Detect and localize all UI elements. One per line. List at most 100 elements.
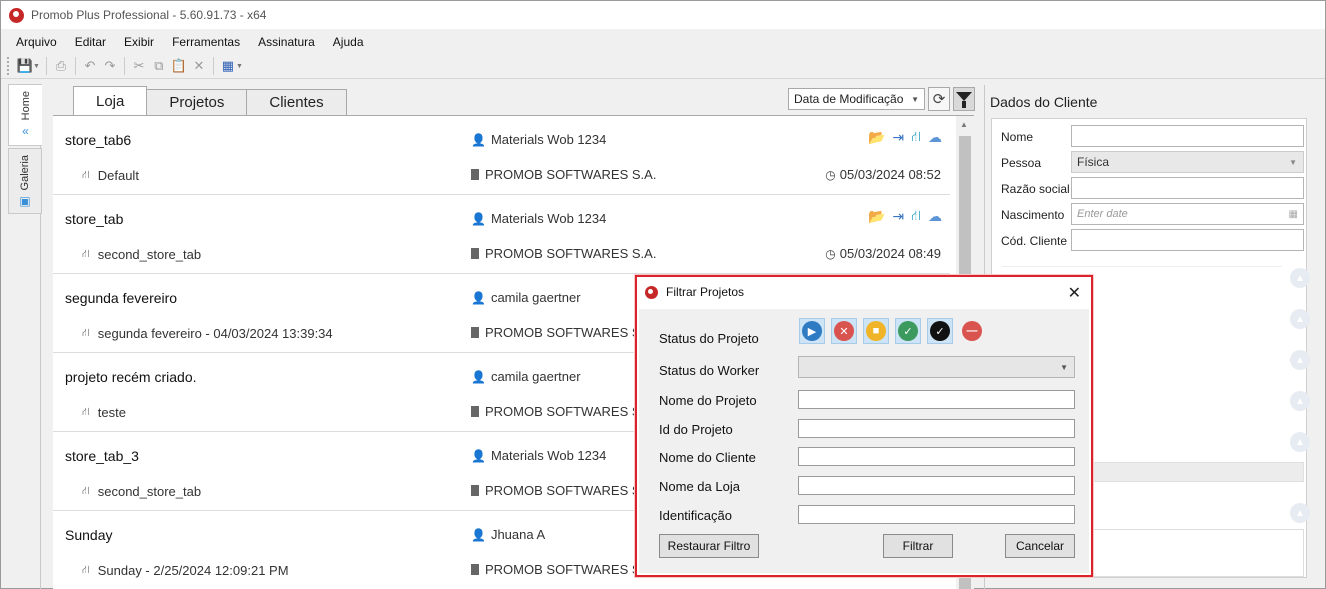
tab-loja[interactable]: Loja [73, 86, 148, 115]
tab-projetos[interactable]: Projetos [146, 89, 248, 115]
project-date-text: 05/03/2024 08:52 [839, 167, 941, 182]
store-name-input[interactable] [798, 476, 1075, 495]
collapse-section-icon[interactable]: ▲ [1290, 432, 1310, 452]
client-name-input[interactable] [1071, 125, 1304, 147]
project-store-text: segunda fevereiro - 04/03/2024 13:39:34 [97, 326, 333, 341]
toolbar-separator [123, 57, 125, 75]
collapse-section-icon[interactable]: ▲ [1290, 391, 1310, 411]
copy-icon[interactable]: ⧉ [150, 57, 168, 75]
menu-ajuda[interactable]: Ajuda [324, 35, 373, 49]
cut-icon[interactable]: ✂ [130, 57, 148, 75]
gallery-icon: ▣ [19, 194, 31, 209]
redo-icon[interactable]: ↷ [101, 57, 119, 75]
export-icon[interactable]: ⇥ [892, 208, 904, 225]
sort-select-value: Data de Modificação [794, 92, 904, 106]
main-tabs: Loja Projetos Clientes [73, 86, 347, 115]
apply-filter-button[interactable]: Filtrar [883, 534, 953, 558]
collapse-section-icon[interactable]: ▲ [1290, 503, 1310, 523]
scroll-up-icon[interactable]: ▲ [960, 120, 968, 129]
store-name-label: Nome da Loja [659, 479, 740, 494]
project-company-text: PROMOB SOFTWARES S.A. [485, 562, 657, 577]
store-tree-icon: ⛙ [82, 247, 90, 260]
hierarchy-add-icon[interactable]: ⛙ [911, 207, 921, 226]
close-icon[interactable]: ✕ [1068, 283, 1081, 303]
menu-arquivo[interactable]: Arquivo [7, 35, 66, 49]
toolbar-separator [212, 57, 214, 75]
side-tab-home[interactable]: Home « [8, 84, 42, 146]
identification-input[interactable] [798, 505, 1075, 524]
cloud-icon[interactable]: ☁ [928, 129, 942, 146]
window-title: Promob Plus Professional - 5.60.91.73 - … [31, 8, 267, 22]
open-folder-icon[interactable]: 📂 [868, 208, 885, 225]
collapse-section-icon[interactable]: ▲ [1290, 268, 1310, 288]
collapse-section-icon[interactable]: ▲ [1290, 309, 1310, 329]
building-icon [471, 327, 479, 338]
project-name-input[interactable] [798, 390, 1075, 409]
client-birth-input[interactable]: Enter date ▦ [1071, 203, 1304, 225]
project-id-input[interactable] [798, 419, 1075, 438]
collapse-section-icon[interactable]: ▲ [1290, 350, 1310, 370]
project-company-text: PROMOB SOFTWARES S.A. [485, 325, 657, 340]
status-check-toggle[interactable]: ✓ [895, 318, 921, 344]
hierarchy-add-icon[interactable]: ⛙ [911, 128, 921, 147]
project-date: ◷ 05/03/2024 08:49 [825, 246, 941, 261]
project-store: ⛙ second_store_tab [82, 484, 201, 499]
project-store: ⛙ second_store_tab [82, 247, 201, 262]
toolbar: 💾 ▼ ⎙ ↶ ↷ ✂ ⧉ 📋 ✕ ▦ ▼ [1, 54, 1325, 79]
status-cancel-toggle[interactable]: ✕ [831, 318, 857, 344]
status-stop-toggle[interactable]: ■ [863, 318, 889, 344]
toolbar-grip[interactable] [7, 57, 11, 75]
export-icon[interactable]: ⇥ [892, 129, 904, 146]
project-row[interactable]: store_tab ⛙ second_store_tab 👤 Materials W… [53, 195, 950, 274]
status-play-toggle[interactable]: ▶ [799, 318, 825, 344]
print-icon[interactable]: ⎙ [52, 57, 70, 75]
project-user: 👤 Materials Wob 1234 [471, 132, 606, 147]
project-row[interactable]: store_tab6 ⛙ Default 👤 Materials Wob 1234 … [53, 116, 950, 195]
status-worker-select[interactable]: ▼ [798, 356, 1075, 378]
play-status-icon: ▶ [802, 321, 822, 341]
refresh-button[interactable]: ⟳ [928, 87, 950, 111]
store-tree-icon: ⛙ [82, 168, 90, 181]
menu-assinatura[interactable]: Assinatura [249, 35, 324, 49]
client-code-input[interactable] [1071, 229, 1304, 251]
cloud-icon[interactable]: ☁ [928, 208, 942, 225]
menu-exibir[interactable]: Exibir [115, 35, 163, 49]
calendar-icon[interactable]: ▦ [1289, 209, 1298, 220]
sort-select[interactable]: Data de Modificação ▼ [788, 88, 925, 110]
undo-icon[interactable]: ↶ [81, 57, 99, 75]
client-panel-title: Dados do Cliente [990, 94, 1098, 110]
reset-filter-button[interactable]: Restaurar Filtro [659, 534, 759, 558]
delete-icon[interactable]: ✕ [190, 57, 208, 75]
save-dropdown-icon[interactable]: ▼ [33, 63, 40, 70]
save-icon[interactable]: 💾 [16, 57, 34, 75]
filter-button[interactable] [953, 87, 975, 111]
project-company: PROMOB SOFTWARES S.A. [471, 246, 656, 261]
project-user: 👤 Jhuana A [471, 527, 545, 542]
paste-icon[interactable]: 📋 [170, 57, 188, 75]
layout-dropdown-icon[interactable]: ▼ [236, 63, 243, 70]
menu-editar[interactable]: Editar [66, 35, 115, 49]
open-folder-icon[interactable]: 📂 [868, 129, 885, 146]
project-user-text: Materials Wob 1234 [490, 132, 607, 147]
client-person-select[interactable]: Física ▼ [1071, 151, 1304, 173]
menu-ferramentas[interactable]: Ferramentas [163, 35, 249, 49]
project-actions: 📂 ⇥ ⛙ ☁ [868, 207, 942, 226]
blocked-status-icon: — [962, 321, 982, 341]
client-name-filter-input[interactable] [798, 447, 1075, 466]
store-tree-icon: ⛙ [82, 484, 90, 497]
project-id-label: Id do Projeto [659, 422, 733, 437]
side-tab-gallery[interactable]: Galeria ▣ [8, 148, 42, 214]
client-company-label: Razão social [1001, 182, 1070, 196]
project-user: 👤 camila gaertner [471, 369, 581, 384]
layout-color-icon[interactable]: ▦ [219, 57, 237, 75]
status-blocked-toggle[interactable]: — [959, 318, 985, 344]
tab-clientes[interactable]: Clientes [246, 89, 347, 115]
status-double-check-toggle[interactable]: ✓ [927, 318, 953, 344]
promob-logo-icon [9, 7, 24, 23]
client-company-input[interactable] [1071, 177, 1304, 199]
cancel-button[interactable]: Cancelar [1005, 534, 1075, 558]
filter-dialog: Filtrar Projetos ✕ Status do Projeto ▶ ✕… [635, 275, 1093, 577]
identification-label: Identificação [659, 508, 732, 523]
section-select[interactable] [1071, 462, 1304, 482]
building-icon [471, 169, 479, 180]
